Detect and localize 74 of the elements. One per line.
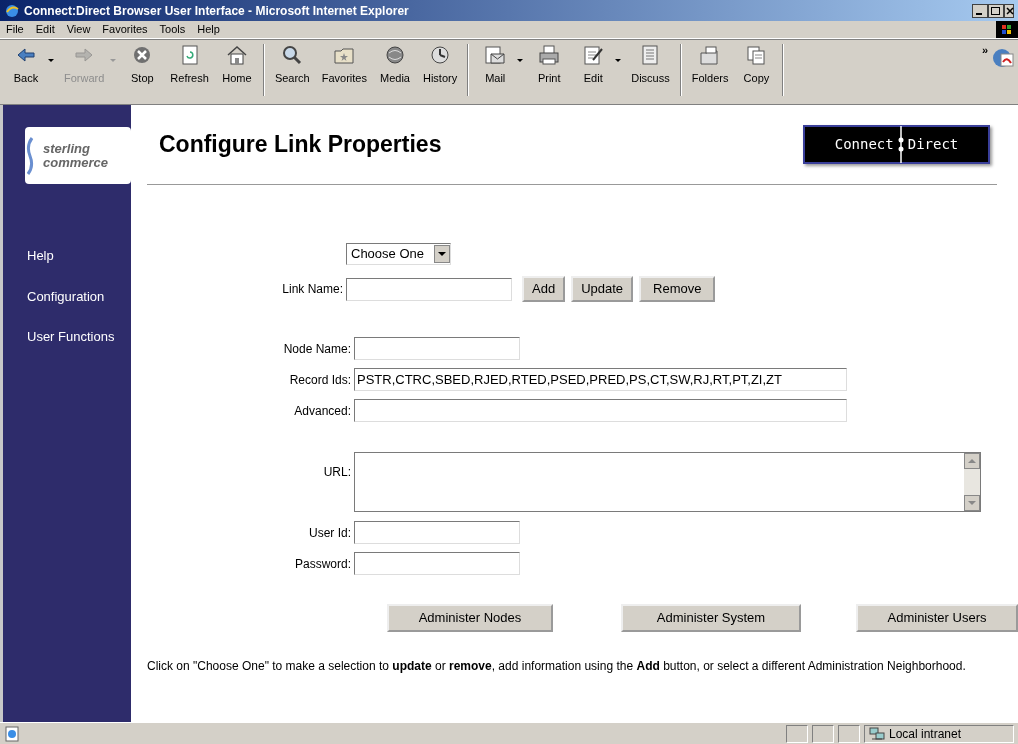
input-field[interactable] <box>354 399 847 422</box>
logo-text: sterling <box>43 141 91 156</box>
browser-icon <box>4 2 20 19</box>
toolbar-button[interactable]: Discuss <box>625 40 676 87</box>
toolbar-button[interactable]: Media <box>373 40 417 87</box>
password-field[interactable] <box>354 552 520 575</box>
field-label: Advanced: <box>293 402 351 420</box>
field-label: Node Name: <box>282 340 351 358</box>
toolbar-button[interactable]: Folders <box>685 40 735 87</box>
notepad-pencil-icon <box>581 44 606 66</box>
window-title: Connect:Direct Browser User Interface - Microsoft Internet Explorer <box>24 2 410 20</box>
maximize-icon[interactable] <box>988 3 1004 18</box>
document-badge-icon[interactable] <box>992 46 1014 70</box>
printer-icon <box>537 44 562 66</box>
toolbar-button[interactable]: Mail <box>473 40 518 87</box>
page-title: Configure Link Properties <box>159 130 442 159</box>
action-button[interactable]: Remove <box>639 276 716 302</box>
swirl-icon <box>25 135 35 176</box>
network-icon <box>869 726 885 741</box>
input-field[interactable] <box>354 521 520 544</box>
menu-item[interactable]: File <box>0 21 30 38</box>
toolbar-more-button[interactable]: » <box>979 40 990 59</box>
input-field[interactable] <box>346 277 512 301</box>
toolbar-button[interactable]: Refresh <box>164 40 215 87</box>
field-label: Password: <box>293 555 351 573</box>
dropdown-arrow-icon[interactable] <box>48 58 54 62</box>
globe-icon <box>383 44 407 66</box>
toolbar-button[interactable]: Copy <box>734 40 779 87</box>
text-area[interactable] <box>354 452 981 512</box>
toolbar-button[interactable]: Back <box>4 40 48 87</box>
windows-logo-icon <box>996 21 1018 38</box>
scrollbar-drawing[interactable] <box>964 453 980 511</box>
field-label: User Id: <box>308 524 351 542</box>
status-panel <box>786 724 808 743</box>
toolbar-button[interactable]: Home <box>214 40 259 87</box>
toolbar-button[interactable]: Favorites <box>315 40 373 87</box>
menu-item[interactable]: View <box>60 21 97 38</box>
input-field[interactable]: PSTR,CTRC,SBED,RJED,RTED,PSED,PRED,PS,CT,SW,RJ,RT,PT,ZI,ZT <box>354 368 847 391</box>
logo-text: commerce <box>43 155 109 170</box>
field-label: Link Name: <box>281 281 343 298</box>
dropdown-arrow-icon[interactable] <box>517 58 524 62</box>
envelope-icon <box>483 44 508 66</box>
instruction-text: Click on "Choose One" to make a selection to update or remove, add information using the Add button, or select a different Administration Neighborhood. <box>147 658 967 675</box>
brand-text: Connect <box>834 135 894 154</box>
menu-item[interactable]: Help <box>191 21 226 38</box>
admin-button[interactable]: Administer Nodes <box>387 604 553 632</box>
menu-item[interactable]: Edit <box>29 21 61 38</box>
action-button[interactable]: Update <box>571 276 634 302</box>
admin-button[interactable]: Administer Users <box>856 604 1018 632</box>
brand-text: Direct <box>907 135 959 154</box>
page-icon <box>4 725 20 742</box>
toolbar-button[interactable]: Search <box>268 40 316 87</box>
connector-icon <box>897 126 904 163</box>
admin-button[interactable]: Administer System <box>621 604 801 632</box>
menu-item[interactable]: Tools <box>153 21 192 38</box>
toolbar-button[interactable]: Stop <box>120 40 165 87</box>
menu-item[interactable]: Favorites <box>96 21 154 38</box>
action-button[interactable]: Add <box>522 276 566 302</box>
field-label: URL: <box>322 463 351 481</box>
close-icon[interactable] <box>1004 3 1014 18</box>
dropdown-arrow-icon[interactable] <box>615 58 622 62</box>
select-field[interactable]: Choose One <box>346 243 451 265</box>
toolbar-button[interactable]: Print <box>527 40 572 87</box>
status-panel <box>838 724 860 743</box>
toolbar-button[interactable]: Edit <box>571 40 616 87</box>
sidebar-link[interactable]: User Functions <box>27 327 131 347</box>
sidebar-link[interactable]: Help <box>27 246 131 266</box>
toolbar-button[interactable]: History <box>417 40 464 87</box>
status-panel <box>812 724 834 743</box>
sidebar-link[interactable]: Configuration <box>27 286 131 306</box>
status-zone: Local intranet <box>889 725 962 743</box>
minimize-icon[interactable] <box>972 3 988 18</box>
field-label: Record Ids: <box>288 371 351 389</box>
input-field[interactable] <box>354 337 520 360</box>
